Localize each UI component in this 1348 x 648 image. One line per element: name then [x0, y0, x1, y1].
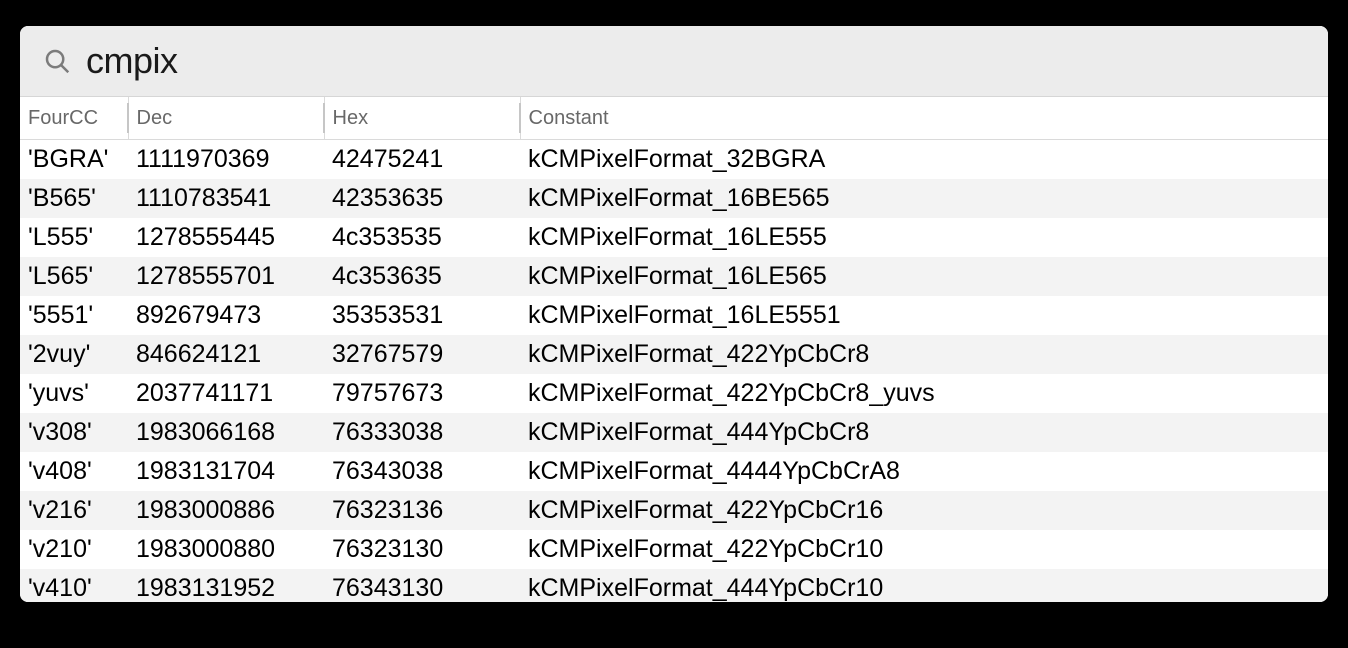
cell-fourcc: '5551'	[20, 296, 128, 335]
table-row[interactable]: 'v216'198300088676323136kCMPixelFormat_4…	[20, 491, 1328, 530]
cell-constant: kCMPixelFormat_444YpCbCr10	[520, 569, 1328, 602]
search-icon	[42, 46, 72, 76]
search-bar	[20, 26, 1328, 97]
table-header-row: FourCC Dec Hex Constant	[20, 97, 1328, 140]
results-table-wrap: FourCC Dec Hex Constant	[20, 97, 1328, 602]
results-table: FourCC Dec Hex Constant	[20, 97, 1328, 602]
cell-dec: 1278555701	[128, 257, 324, 296]
cell-constant: kCMPixelFormat_16LE5551	[520, 296, 1328, 335]
cell-dec: 2037741171	[128, 374, 324, 413]
cell-fourcc: 'v210'	[20, 530, 128, 569]
column-header-dec[interactable]: Dec	[128, 97, 324, 140]
table-row[interactable]: 'v210'198300088076323130kCMPixelFormat_4…	[20, 530, 1328, 569]
cell-hex: 76343038	[324, 452, 520, 491]
cell-constant: kCMPixelFormat_4444YpCbCrA8	[520, 452, 1328, 491]
cell-fourcc: 'BGRA'	[20, 140, 128, 180]
cell-hex: 79757673	[324, 374, 520, 413]
table-row[interactable]: 'B565'111078354142353635kCMPixelFormat_1…	[20, 179, 1328, 218]
table-row[interactable]: 'v308'198306616876333038kCMPixelFormat_4…	[20, 413, 1328, 452]
cell-fourcc: '2vuy'	[20, 335, 128, 374]
search-input[interactable]	[86, 40, 1306, 82]
cell-fourcc: 'B565'	[20, 179, 128, 218]
column-header-label: FourCC	[28, 107, 98, 129]
cell-dec: 1111970369	[128, 140, 324, 180]
column-header-constant[interactable]: Constant	[520, 97, 1328, 140]
cell-hex: 42353635	[324, 179, 520, 218]
cell-dec: 1983131704	[128, 452, 324, 491]
cell-hex: 76343130	[324, 569, 520, 602]
cell-dec: 846624121	[128, 335, 324, 374]
cell-constant: kCMPixelFormat_16LE565	[520, 257, 1328, 296]
table-row[interactable]: 'v408'198313170476343038kCMPixelFormat_4…	[20, 452, 1328, 491]
cell-constant: kCMPixelFormat_422YpCbCr8	[520, 335, 1328, 374]
column-header-label: Constant	[529, 107, 609, 129]
cell-fourcc: 'v408'	[20, 452, 128, 491]
cell-dec: 1983000880	[128, 530, 324, 569]
column-header-label: Dec	[137, 107, 173, 129]
cell-dec: 1110783541	[128, 179, 324, 218]
cell-hex: 4c353535	[324, 218, 520, 257]
table-row[interactable]: 'BGRA'111197036942475241kCMPixelFormat_3…	[20, 140, 1328, 180]
cell-fourcc: 'L555'	[20, 218, 128, 257]
cell-constant: kCMPixelFormat_32BGRA	[520, 140, 1328, 180]
cell-fourcc: 'yuvs'	[20, 374, 128, 413]
cell-fourcc: 'v410'	[20, 569, 128, 602]
cell-constant: kCMPixelFormat_422YpCbCr10	[520, 530, 1328, 569]
column-header-label: Hex	[333, 107, 369, 129]
table-row[interactable]: 'L565'12785557014c353635kCMPixelFormat_1…	[20, 257, 1328, 296]
table-row[interactable]: 'L555'12785554454c353535kCMPixelFormat_1…	[20, 218, 1328, 257]
cell-hex: 42475241	[324, 140, 520, 180]
cell-constant: kCMPixelFormat_444YpCbCr8	[520, 413, 1328, 452]
column-header-hex[interactable]: Hex	[324, 97, 520, 140]
window: FourCC Dec Hex Constant	[20, 26, 1328, 602]
cell-constant: kCMPixelFormat_422YpCbCr8_yuvs	[520, 374, 1328, 413]
cell-hex: 32767579	[324, 335, 520, 374]
table-row[interactable]: '5551'89267947335353531kCMPixelFormat_16…	[20, 296, 1328, 335]
cell-dec: 1983066168	[128, 413, 324, 452]
cell-hex: 4c353635	[324, 257, 520, 296]
cell-hex: 76323130	[324, 530, 520, 569]
cell-dec: 1983000886	[128, 491, 324, 530]
cell-constant: kCMPixelFormat_16LE555	[520, 218, 1328, 257]
cell-dec: 892679473	[128, 296, 324, 335]
cell-fourcc: 'v308'	[20, 413, 128, 452]
table-row[interactable]: 'yuvs'203774117179757673kCMPixelFormat_4…	[20, 374, 1328, 413]
cell-constant: kCMPixelFormat_16BE565	[520, 179, 1328, 218]
cell-constant: kCMPixelFormat_422YpCbCr16	[520, 491, 1328, 530]
cell-hex: 35353531	[324, 296, 520, 335]
cell-dec: 1983131952	[128, 569, 324, 602]
table-row[interactable]: 'v410'198313195276343130kCMPixelFormat_4…	[20, 569, 1328, 602]
table-row[interactable]: '2vuy'84662412132767579kCMPixelFormat_42…	[20, 335, 1328, 374]
cell-hex: 76323136	[324, 491, 520, 530]
cell-hex: 76333038	[324, 413, 520, 452]
column-header-fourcc[interactable]: FourCC	[20, 97, 128, 140]
cell-fourcc: 'v216'	[20, 491, 128, 530]
cell-dec: 1278555445	[128, 218, 324, 257]
cell-fourcc: 'L565'	[20, 257, 128, 296]
